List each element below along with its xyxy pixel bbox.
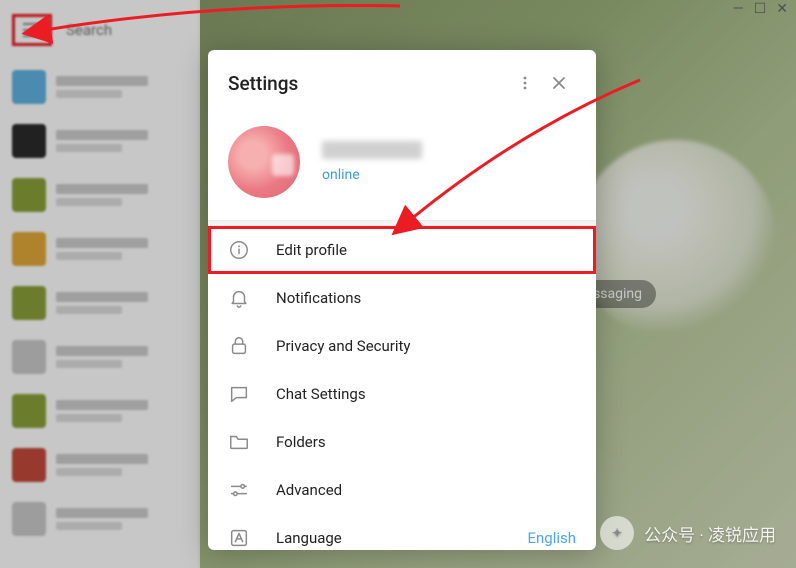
advanced-item[interactable]: Advanced <box>208 466 596 514</box>
chat-icon <box>228 383 250 405</box>
watermark: ✦ 公众号 · 凌锐应用 <box>600 516 776 550</box>
language-value: English <box>527 529 576 547</box>
settings-modal: Settings online Edit profile Notificatio… <box>208 50 596 550</box>
chat-settings-item[interactable]: Chat Settings <box>208 370 596 418</box>
folders-label: Folders <box>276 433 576 451</box>
more-vertical-icon <box>517 75 533 91</box>
language-item[interactable]: Language English <box>208 514 596 562</box>
privacy-label: Privacy and Security <box>276 337 576 355</box>
language-icon <box>228 527 250 549</box>
close-modal-button[interactable] <box>542 66 576 100</box>
watermark-icon: ✦ <box>600 516 634 550</box>
watermark-text: 公众号 · 凌锐应用 <box>644 521 776 546</box>
edit-profile-item[interactable]: Edit profile <box>208 226 596 274</box>
sliders-icon <box>228 479 250 501</box>
notifications-label: Notifications <box>276 289 576 307</box>
privacy-item[interactable]: Privacy and Security <box>208 322 596 370</box>
info-icon <box>228 239 250 261</box>
settings-title: Settings <box>228 72 508 95</box>
profile-status: online <box>322 167 422 183</box>
chat-settings-label: Chat Settings <box>276 385 576 403</box>
more-options-button[interactable] <box>508 66 542 100</box>
folders-item[interactable]: Folders <box>208 418 596 466</box>
language-label: Language <box>276 529 501 547</box>
bell-icon <box>228 287 250 309</box>
notifications-item[interactable]: Notifications <box>208 274 596 322</box>
profile-avatar[interactable] <box>228 126 300 198</box>
profile-name-blurred <box>322 141 422 159</box>
lock-icon <box>228 335 250 357</box>
folder-icon <box>228 431 250 453</box>
close-icon <box>551 75 567 91</box>
advanced-label: Advanced <box>276 481 576 499</box>
edit-profile-label: Edit profile <box>276 241 576 259</box>
